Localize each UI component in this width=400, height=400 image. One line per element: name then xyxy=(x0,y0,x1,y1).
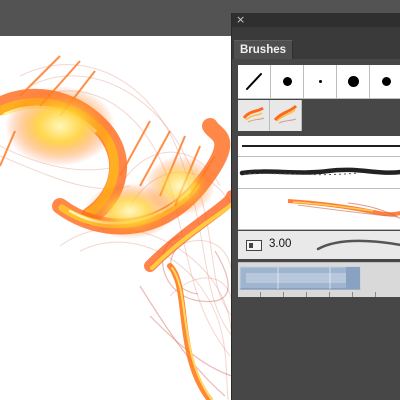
brushes-panel: × Brushes 3.00 xyxy=(231,13,400,400)
flame-scatter-brush-icon[interactable] xyxy=(270,100,302,131)
round-brush-icon[interactable] xyxy=(271,65,304,99)
brush-tip-row xyxy=(238,65,400,99)
calligraphic-brush-icon[interactable] xyxy=(238,65,271,99)
brushes-library: 3.00 xyxy=(232,59,400,400)
pattern-brush-item[interactable] xyxy=(238,262,400,297)
brush-options-icon[interactable] xyxy=(246,240,262,251)
flame-scatter-brush-icon[interactable] xyxy=(238,100,270,131)
brush-size-row[interactable]: 3.00 xyxy=(238,231,400,259)
brush-size-value: 3.00 xyxy=(269,238,292,250)
panel-title-bar[interactable]: × xyxy=(232,13,400,27)
close-icon[interactable]: × xyxy=(236,14,245,26)
tab-brushes[interactable]: Brushes xyxy=(234,40,294,60)
round-brush-icon[interactable] xyxy=(370,65,400,99)
large-round-brush-icon[interactable] xyxy=(337,65,370,99)
art-brush-item[interactable] xyxy=(238,136,400,157)
flame-artwork xyxy=(0,55,232,400)
small-round-brush-icon[interactable] xyxy=(304,65,337,99)
art-brush-item[interactable] xyxy=(238,157,400,189)
document-canvas[interactable] xyxy=(0,36,232,400)
art-brush-item[interactable] xyxy=(238,189,400,230)
pattern-ruler xyxy=(238,291,400,297)
panel-tab-strip: Brushes xyxy=(232,27,400,60)
